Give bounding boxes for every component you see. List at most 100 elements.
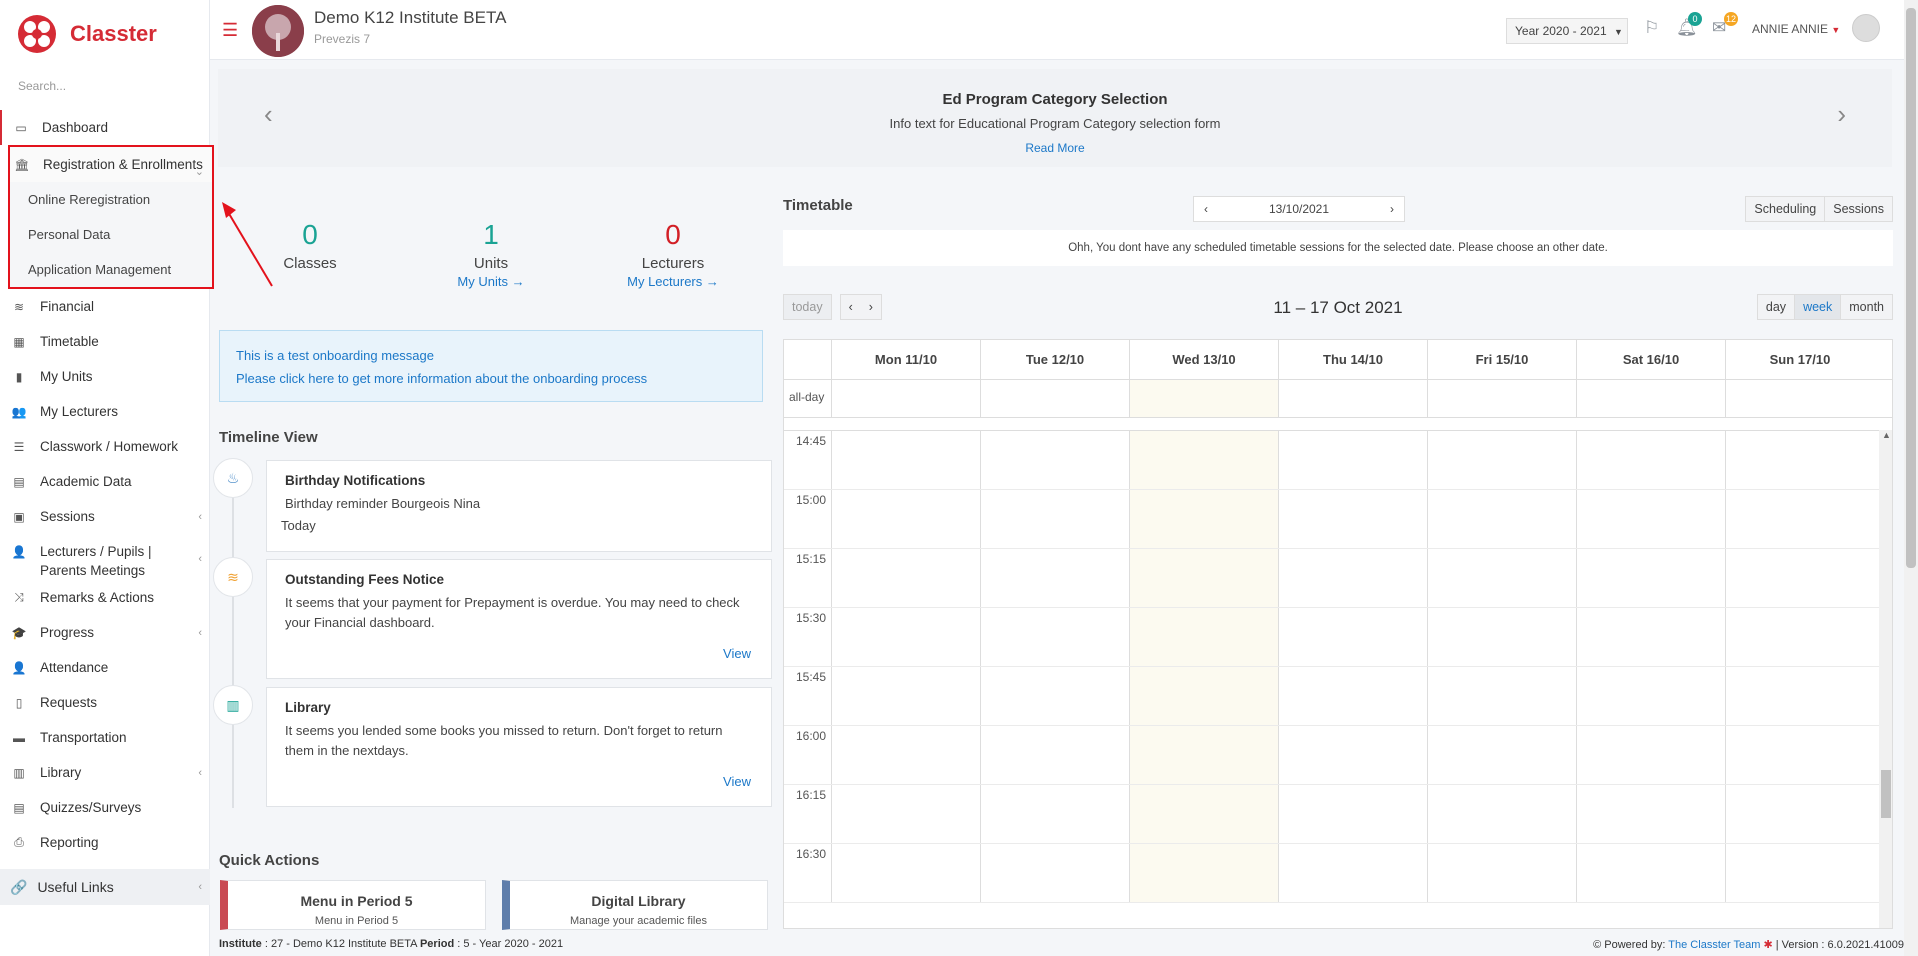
sidebar-item-timetable[interactable]: ▦ Timetable <box>0 324 210 359</box>
time-slot-cell[interactable] <box>1129 844 1278 902</box>
time-slot-cell[interactable] <box>1576 785 1725 843</box>
time-slot-cell[interactable] <box>1576 844 1725 902</box>
quick-action-menu[interactable]: Menu in Period 5 Menu in Period 5 <box>220 880 486 930</box>
time-slot-cell[interactable] <box>1725 726 1874 784</box>
time-slot-cell[interactable] <box>1725 490 1874 548</box>
time-slot-cell[interactable] <box>1278 549 1427 607</box>
sidebar-sub-application-management[interactable]: Application Management <box>10 252 212 287</box>
onboarding-link[interactable]: Please click here to get more informatio… <box>236 367 746 390</box>
calendar-next-button[interactable]: › <box>860 294 882 320</box>
avatar[interactable] <box>1852 14 1880 42</box>
sidebar-item-library[interactable]: ▥ Library ‹ <box>0 755 210 790</box>
page-scrollbar[interactable] <box>1904 0 1918 956</box>
classter-logo[interactable]: Classter <box>16 10 157 58</box>
sidebar-item-reporting[interactable]: ⎙ Reporting <box>0 825 210 860</box>
time-slot-cell[interactable] <box>1129 490 1278 548</box>
sidebar-item-financial[interactable]: ≋ Financial <box>0 289 210 324</box>
time-slot-cell[interactable] <box>1427 785 1576 843</box>
time-slot-cell[interactable] <box>1427 608 1576 666</box>
time-slot-cell[interactable] <box>1278 785 1427 843</box>
sidebar-item-meetings[interactable]: 👤 Lecturers / Pupils | Parents Meetings ‹ <box>0 534 210 580</box>
sidebar-item-quizzes[interactable]: ▤ Quizzes/Surveys <box>0 790 210 825</box>
view-library-link[interactable]: View <box>723 774 751 789</box>
date-next-icon[interactable]: › <box>1390 202 1394 216</box>
time-slot-cell[interactable] <box>980 844 1129 902</box>
today-button[interactable]: today <box>783 294 832 320</box>
scheduling-button[interactable]: Scheduling <box>1745 196 1826 222</box>
date-value[interactable]: 13/10/2021 <box>1269 202 1329 216</box>
banner-next-arrow-icon[interactable]: › <box>1837 99 1846 130</box>
time-slot-cell[interactable] <box>831 608 980 666</box>
time-slot-cell[interactable] <box>831 490 980 548</box>
classter-team-link[interactable]: The Classter Team <box>1668 939 1760 951</box>
sidebar-item-my-lecturers[interactable]: 👥 My Lecturers <box>0 394 210 429</box>
all-day-cell[interactable] <box>1576 380 1725 417</box>
time-slot-cell[interactable] <box>1278 726 1427 784</box>
time-slot-cell[interactable] <box>831 726 980 784</box>
sidebar-sub-online-reregistration[interactable]: Online Reregistration <box>10 182 212 217</box>
time-slot-cell[interactable] <box>831 844 980 902</box>
time-slot-cell[interactable] <box>831 785 980 843</box>
scrollbar-thumb[interactable] <box>1881 770 1891 818</box>
time-slot-cell[interactable] <box>1427 726 1576 784</box>
time-slot-cell[interactable] <box>980 490 1129 548</box>
all-day-cell[interactable] <box>1278 380 1427 417</box>
time-slot-cell[interactable] <box>1278 608 1427 666</box>
sidebar-item-sessions[interactable]: ▣ Sessions ‹ <box>0 499 210 534</box>
time-slot-cell[interactable] <box>1278 667 1427 725</box>
time-slot-cell[interactable] <box>831 667 980 725</box>
date-prev-icon[interactable]: ‹ <box>1204 202 1208 216</box>
time-slot-cell[interactable] <box>980 608 1129 666</box>
time-slot-cell[interactable] <box>1129 549 1278 607</box>
banner-prev-arrow-icon[interactable]: ‹ <box>264 99 273 130</box>
time-slot-cell[interactable] <box>1725 667 1874 725</box>
time-slot-cell[interactable] <box>1576 608 1725 666</box>
time-slot-cell[interactable] <box>1129 431 1278 489</box>
time-slot-cell[interactable] <box>1427 667 1576 725</box>
time-slot-cell[interactable] <box>1129 726 1278 784</box>
sidebar-item-my-units[interactable]: ▮ My Units <box>0 359 210 394</box>
banner-read-more-link[interactable]: Read More <box>218 141 1892 155</box>
time-slot-cell[interactable] <box>1725 785 1874 843</box>
time-slot-cell[interactable] <box>1576 549 1725 607</box>
calendar-scrollbar[interactable]: ▲ <box>1879 430 1892 928</box>
time-slot-cell[interactable] <box>1278 490 1427 548</box>
quick-action-digital-library[interactable]: Digital Library Manage your academic fil… <box>502 880 768 930</box>
sidebar-item-classwork[interactable]: ☰ Classwork / Homework <box>0 429 210 464</box>
all-day-cell[interactable] <box>1725 380 1874 417</box>
sidebar-item-remarks[interactable]: ⤨ Remarks & Actions <box>0 580 210 615</box>
sidebar-item-transportation[interactable]: ▬ Transportation <box>0 720 210 755</box>
time-slot-cell[interactable] <box>1576 490 1725 548</box>
scrollbar-thumb[interactable] <box>1906 8 1916 568</box>
time-slot-cell[interactable] <box>1576 431 1725 489</box>
time-slot-cell[interactable] <box>1427 431 1576 489</box>
time-slot-cell[interactable] <box>980 785 1129 843</box>
time-slot-cell[interactable] <box>1725 608 1874 666</box>
view-month-button[interactable]: month <box>1841 294 1893 320</box>
time-slot-cell[interactable] <box>1427 549 1576 607</box>
view-day-button[interactable]: day <box>1756 294 1796 320</box>
time-slot-cell[interactable] <box>980 549 1129 607</box>
all-day-cell[interactable] <box>1129 380 1278 417</box>
sidebar-item-progress[interactable]: 🎓 Progress ‹ <box>0 615 210 650</box>
scroll-up-icon[interactable]: ▲ <box>1882 430 1891 440</box>
view-fees-link[interactable]: View <box>723 646 751 661</box>
sessions-button[interactable]: Sessions <box>1825 196 1893 222</box>
sidebar-sub-personal-data[interactable]: Personal Data <box>10 217 212 252</box>
all-day-cell[interactable] <box>1427 380 1576 417</box>
year-selector[interactable]: Year 2020 - 2021 ▼ <box>1506 18 1628 44</box>
time-slot-cell[interactable] <box>1278 844 1427 902</box>
sidebar-item-requests[interactable]: ▯ Requests <box>0 685 210 720</box>
search-input[interactable]: Search... <box>8 74 200 98</box>
all-day-cell[interactable] <box>980 380 1129 417</box>
time-slot-cell[interactable] <box>1129 608 1278 666</box>
time-slot-cell[interactable] <box>831 549 980 607</box>
flag-icon[interactable]: ⚐ <box>1644 18 1659 38</box>
my-units-link[interactable]: My Units → <box>411 274 571 289</box>
time-slot-cell[interactable] <box>980 726 1129 784</box>
all-day-cell[interactable] <box>831 380 980 417</box>
sidebar-item-useful-links[interactable]: 🔗 Useful Links ‹ <box>0 869 210 905</box>
time-slot-cell[interactable] <box>1725 431 1874 489</box>
time-slot-cell[interactable] <box>1725 844 1874 902</box>
sidebar-item-registration[interactable]: 🏛 Registration & Enrollments ⌄ <box>10 147 212 182</box>
